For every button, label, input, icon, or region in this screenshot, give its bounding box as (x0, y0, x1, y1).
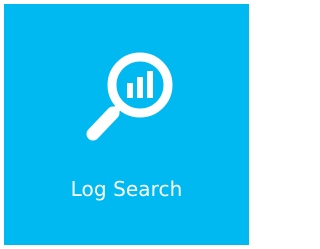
log-search-tile[interactable]: Log Search (4, 4, 249, 245)
tile-label: Log Search (70, 177, 183, 201)
magnifier-bar-chart-icon (83, 46, 179, 146)
